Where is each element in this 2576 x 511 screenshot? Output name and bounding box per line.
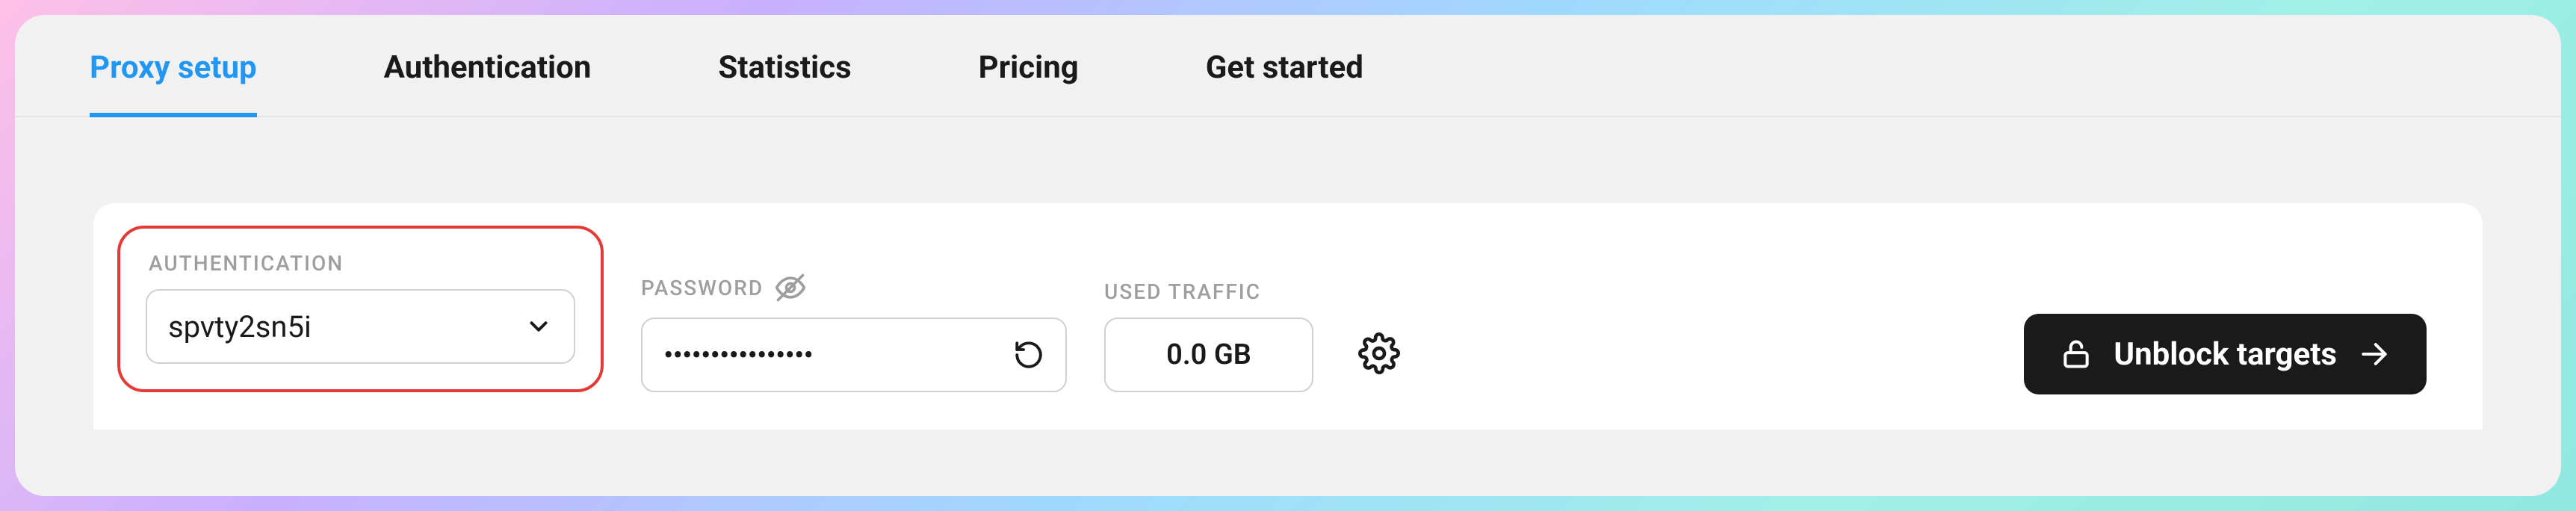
authentication-field-group: AUTHENTICATION spvty2sn5i [146,251,575,364]
unblock-targets-label: Unblock targets [2114,336,2337,373]
password-label: PASSWORD [641,276,764,300]
used-traffic-field-group: USED TRAFFIC 0.0 GB [1104,279,1313,392]
tab-statistics[interactable]: Statistics [718,49,851,116]
content-panel: AUTHENTICATION spvty2sn5i PASSWORD [93,203,2483,430]
chevron-down-icon[interactable] [524,312,553,341]
tabs-bar: Proxy setup Authentication Statistics Pr… [15,15,2561,117]
tab-proxy-setup[interactable]: Proxy setup [90,49,257,116]
unblock-targets-button[interactable]: Unblock targets [2024,314,2427,394]
refresh-icon[interactable] [1013,339,1044,371]
password-value: •••••••••••••••• [663,338,813,373]
settings-button[interactable] [1358,332,1402,376]
used-traffic-value-box: 0.0 GB [1104,318,1313,392]
authentication-label: AUTHENTICATION [146,251,575,276]
authentication-select[interactable]: spvty2sn5i [146,289,575,364]
tab-get-started[interactable]: Get started [1206,49,1363,116]
unlock-icon [2060,338,2093,371]
tab-pricing[interactable]: Pricing [979,49,1079,116]
gear-icon [1358,332,1400,374]
eye-off-icon[interactable] [774,271,807,304]
tab-authentication[interactable]: Authentication [384,49,592,116]
authentication-value: spvty2sn5i [168,309,312,344]
used-traffic-value: 0.0 GB [1166,338,1251,371]
password-label-row: PASSWORD [641,271,1067,304]
arrow-right-icon [2358,338,2391,371]
authentication-highlight: AUTHENTICATION spvty2sn5i [117,226,604,392]
password-field-group: PASSWORD •••••••••••••••• [641,271,1067,392]
password-input[interactable]: •••••••••••••••• [641,318,1067,392]
main-container: Proxy setup Authentication Statistics Pr… [15,15,2561,496]
used-traffic-label: USED TRAFFIC [1104,279,1313,304]
